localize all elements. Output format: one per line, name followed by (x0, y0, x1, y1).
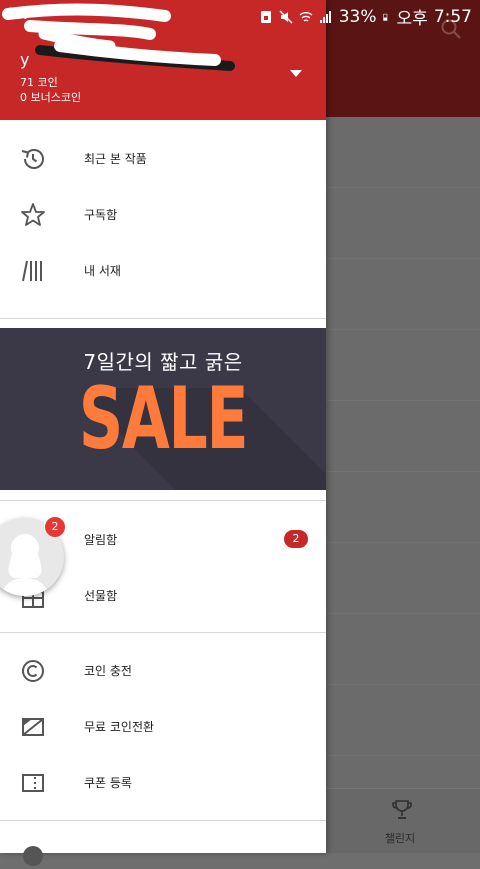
mute-icon (279, 9, 293, 24)
challenge-tab-label: 챌린지 (384, 832, 416, 845)
divider (0, 632, 326, 633)
sale-banner[interactable]: 7일간의 짧고 굵은 SALE (0, 328, 326, 490)
battery-percent: 33% (338, 6, 377, 27)
background-list-row (326, 117, 480, 188)
coupon-icon (22, 774, 44, 792)
battery-icon (382, 13, 387, 21)
avatar-notification-badge: 2 (44, 516, 66, 538)
background-list-row (326, 330, 480, 401)
menu-label: 최근 본 작품 (84, 152, 147, 166)
library-icon (22, 260, 42, 282)
help-icon[interactable] (20, 843, 46, 869)
menu-item-recent[interactable]: 최근 본 작품 (0, 130, 326, 186)
menu-label: 구독함 (84, 208, 118, 222)
history-icon (21, 149, 44, 169)
background-list-row (326, 188, 480, 259)
signal-icon (319, 10, 331, 23)
copyright-coin-icon (22, 660, 44, 682)
user-name: y (20, 50, 30, 69)
background-list-row (326, 472, 480, 543)
time-period: 오후 (396, 9, 428, 29)
clock: 7:57 (433, 6, 472, 27)
divider (0, 500, 326, 501)
menu-label: 내 서재 (84, 264, 121, 278)
wifi-icon (299, 11, 313, 22)
coin-balance: 71 코인 (20, 76, 58, 89)
account-dropdown-icon[interactable] (290, 70, 302, 77)
status-icons: 33% 오후 7:57 (259, 4, 472, 29)
trophy-icon (392, 800, 412, 819)
menu-label: 무료 코인전환 (84, 720, 155, 734)
carrier-label: SK (6, 4, 27, 23)
background-list-row (326, 401, 480, 472)
menu-item-coupon[interactable]: 쿠폰 등록 (0, 754, 326, 810)
menu-item-free-coin-convert[interactable]: 무료 코인전환 (0, 698, 326, 754)
menu-label: 알림함 (84, 533, 118, 547)
menu-item-subscriptions[interactable]: 구독함 (0, 186, 326, 242)
star-icon (21, 203, 45, 226)
sale-banner-word: SALE (78, 369, 249, 469)
menu-item-library[interactable]: 내 서재 (0, 242, 326, 298)
menu-label: 쿠폰 등록 (84, 776, 132, 790)
divider (0, 318, 326, 319)
bonus-coin-balance: 0 보너스코인 (20, 91, 82, 104)
menu-item-coin-charge[interactable]: 코인 충전 (0, 642, 326, 698)
menu-label: 코인 충전 (84, 664, 132, 678)
background-list-row (326, 259, 480, 330)
background-list-row (326, 543, 480, 614)
notification-count-badge: 2 (284, 530, 308, 548)
navigation-drawer: y 71 코인 0 보너스코인 최근 본 작품 구독함 내 서재 7일간의 짧고… (0, 0, 326, 866)
free-coin-convert-icon (22, 718, 44, 736)
status-bar: SK 33% 오후 7:57 (0, 0, 480, 30)
sim-icon (260, 10, 271, 23)
menu-label: 선물함 (84, 589, 118, 603)
divider (0, 820, 326, 821)
background-list-row (326, 685, 480, 756)
background-list-row (326, 614, 480, 685)
